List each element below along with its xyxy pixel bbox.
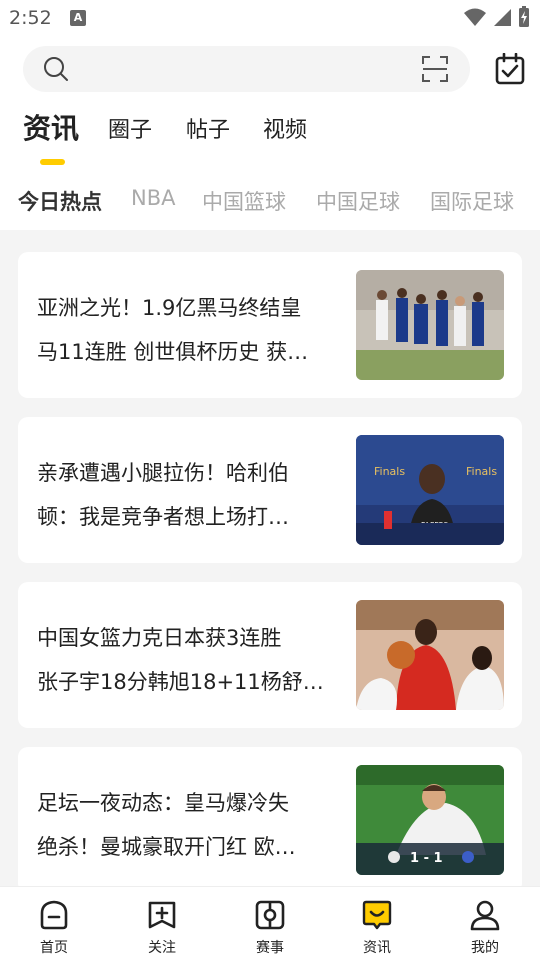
article-thumbnail: 1 - 1 <box>356 765 504 875</box>
calendar-check-icon[interactable] <box>495 53 525 85</box>
tab-video[interactable]: 视频 <box>263 112 307 144</box>
tab-circle[interactable]: 圈子 <box>108 112 152 144</box>
subtab-nba[interactable]: NBA <box>131 186 175 210</box>
thumb-score-text: 1 - 1 <box>410 851 443 866</box>
article-card[interactable]: 足坛一夜动态：皇马爆冷失 绝杀！曼城豪取开门红 欧… 1 - 1 <box>18 747 522 893</box>
search-input[interactable] <box>23 46 470 92</box>
battery-icon <box>519 6 529 27</box>
notification-icon: A <box>70 10 86 26</box>
signal-icon <box>494 9 511 26</box>
article-thumbnail: Finals Finals PACERS <box>356 435 504 545</box>
subtab-china-football[interactable]: 中国足球 <box>316 186 400 216</box>
article-title: 足坛一夜动态：皇马爆冷失 绝杀！曼城豪取开门红 欧… <box>37 791 296 859</box>
article-card[interactable]: 亚洲之光！1.9亿黑马终结皇 马11连胜 创世俱杯历史 获… <box>18 252 522 398</box>
wifi-icon <box>464 8 486 26</box>
active-tab-indicator <box>40 159 65 165</box>
subtab-today-hot[interactable]: 今日热点 <box>18 186 102 216</box>
nav-news[interactable]: 资讯 <box>337 887 417 960</box>
sub-tabs: 今日热点 NBA 中国篮球 中国足球 国际足球 <box>18 186 540 216</box>
nav-follow[interactable]: 关注 <box>122 887 202 960</box>
status-time: 2:52 <box>9 7 52 29</box>
news-icon <box>362 900 392 930</box>
nav-profile[interactable]: 我的 <box>445 887 525 960</box>
article-title: 亚洲之光！1.9亿黑马终结皇 马11连胜 创世俱杯历史 获… <box>37 296 309 364</box>
thumb-finals-text: Finals <box>374 465 405 478</box>
profile-icon <box>470 900 500 931</box>
search-icon <box>44 57 68 81</box>
status-icons <box>464 6 530 28</box>
article-card[interactable]: 中国女篮力克日本获3连胜 张子宇18分韩旭18+11杨舒… <box>18 582 522 728</box>
home-icon <box>40 900 68 930</box>
article-thumbnail <box>356 270 504 380</box>
tab-posts[interactable]: 帖子 <box>186 112 230 144</box>
follow-icon <box>148 901 176 929</box>
tab-news[interactable]: 资讯 <box>23 107 79 147</box>
article-title: 亲承遭遇小腿拉伤！哈利伯 顿：我是竞争者想上场打… <box>37 461 289 529</box>
article-title: 中国女篮力克日本获3连胜 张子宇18分韩旭18+11杨舒… <box>37 626 324 694</box>
article-card[interactable]: 亲承遭遇小腿拉伤！哈利伯 顿：我是竞争者想上场打… Finals Finals … <box>18 417 522 563</box>
thumb-finals-text: Finals <box>466 465 497 478</box>
subtab-china-basketball[interactable]: 中国篮球 <box>202 186 286 216</box>
nav-home[interactable]: 首页 <box>14 887 94 960</box>
subtab-intl-football[interactable]: 国际足球 <box>430 186 514 216</box>
match-icon <box>255 900 285 930</box>
bottom-nav: 首页 关注 赛事 资讯 我的 <box>0 886 540 960</box>
scan-icon[interactable] <box>422 56 448 82</box>
nav-match[interactable]: 赛事 <box>230 887 310 960</box>
status-bar: 2:52 A <box>0 0 540 36</box>
article-thumbnail <box>356 600 504 710</box>
